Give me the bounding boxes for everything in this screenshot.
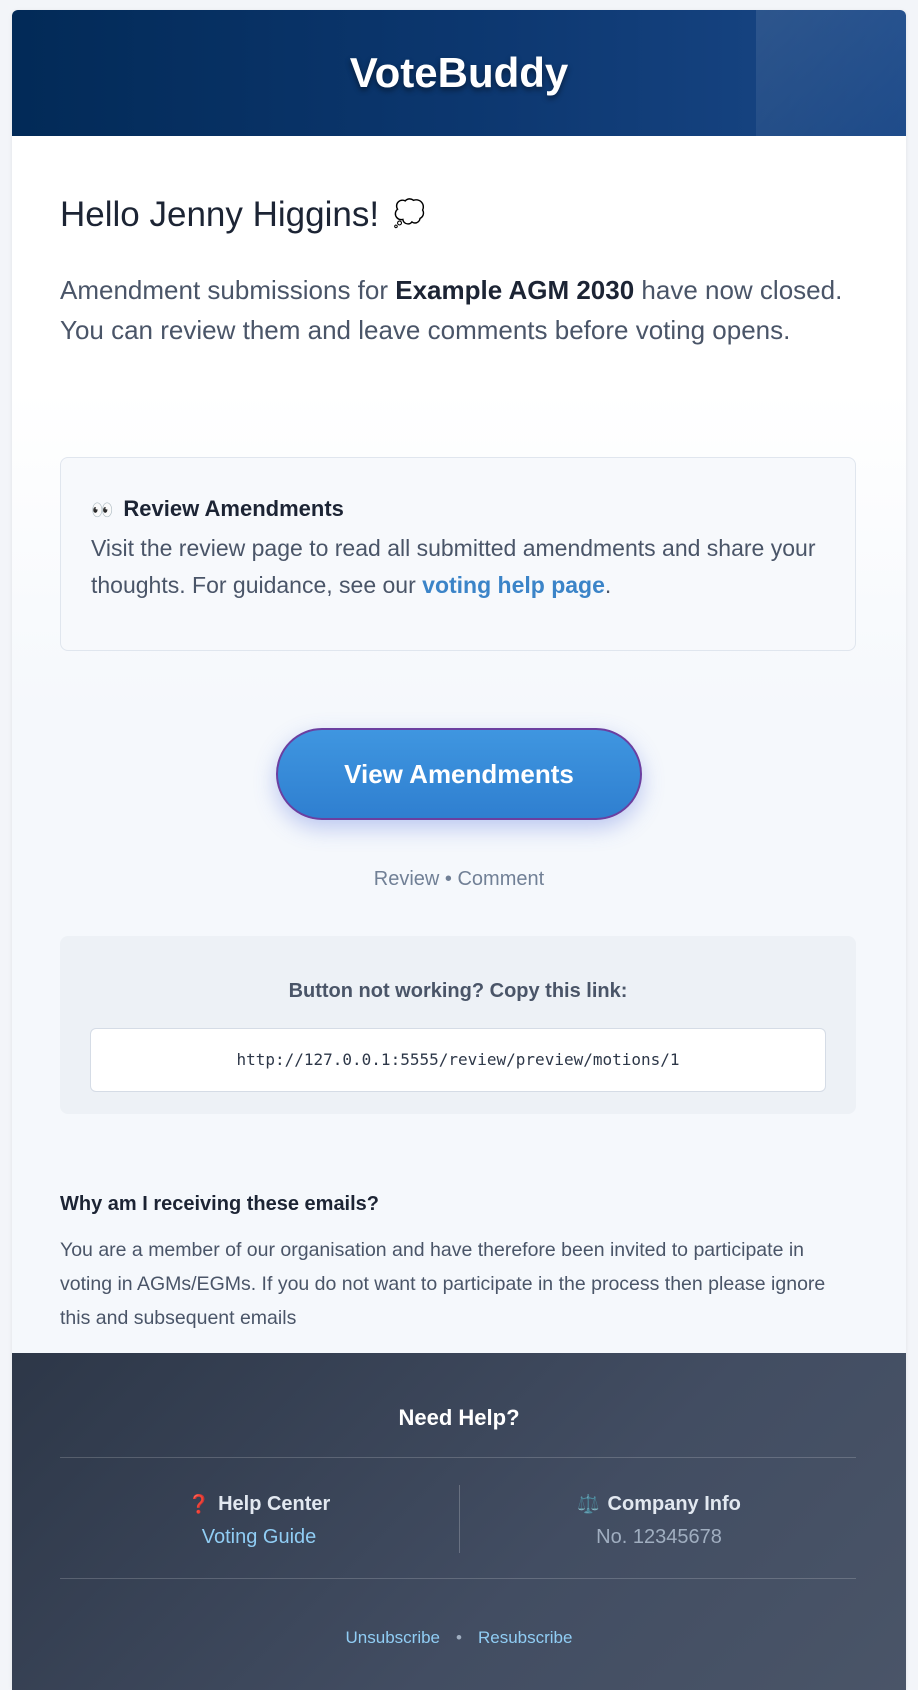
speech-bubble-icon: 💭 <box>393 198 426 228</box>
why-receiving-text: You are a member of our organisation and… <box>60 1239 826 1329</box>
review-box-text: Visit the review page to read all submit… <box>91 530 831 604</box>
unsubscribe-link[interactable]: Unsubscribe <box>346 1628 441 1647</box>
footer-divider-top <box>60 1457 856 1458</box>
email-footer: Need Help? ❓ Help Center Voting Guide ⚖️ C… <box>12 1353 906 1690</box>
event-name: Example AGM 2030 <box>395 275 635 305</box>
brand-title: VoteBuddy <box>349 49 569 96</box>
help-center-label: Help Center <box>218 1493 331 1515</box>
fallback-link-box: Button not working? Copy this link: http… <box>60 936 856 1114</box>
why-receiving-title: Why am I receiving these emails? <box>60 1193 380 1215</box>
voting-help-link[interactable]: voting help page <box>422 572 605 598</box>
greeting: Hello Jenny Higgins! 💭 <box>60 195 425 235</box>
greeting-text: Hello Jenny Higgins! <box>60 195 380 234</box>
email-header: VoteBuddy <box>12 10 906 136</box>
company-info-heading: ⚖️ Company Info <box>460 1493 858 1516</box>
review-box-title: 👀 Review Amendments <box>91 496 344 522</box>
fallback-url-field[interactable]: http://127.0.0.1:5555/review/preview/mot… <box>90 1028 826 1092</box>
help-center-column: ❓ Help Center Voting Guide <box>60 1493 458 1549</box>
cta-subtext: Review • Comment <box>373 868 545 890</box>
fallback-title: Button not working? Copy this link: <box>288 980 628 1002</box>
footer-divider-bottom <box>60 1578 856 1579</box>
eyes-icon: 👀 <box>91 500 114 520</box>
review-box-title-text: Review Amendments <box>123 496 344 521</box>
review-box-text-suffix: . <box>604 572 612 598</box>
voting-guide-link[interactable]: Voting Guide <box>202 1526 317 1548</box>
company-number: No. 12345678 <box>596 1526 722 1548</box>
intro-prefix: Amendment submissions for <box>60 275 396 305</box>
subscription-links: Unsubscribe • Resubscribe <box>12 1628 906 1648</box>
intro-paragraph: Amendment submissions for Example AGM 20… <box>60 270 860 350</box>
link-separator: • <box>456 1628 462 1647</box>
company-info-column: ⚖️ Company Info No. 12345678 <box>460 1493 858 1549</box>
scales-icon: ⚖️ <box>577 1494 600 1514</box>
view-amendments-button[interactable]: View Amendments <box>276 728 642 820</box>
email-card: VoteBuddy Hello Jenny Higgins! 💭 Amendmen… <box>12 10 906 1690</box>
need-help-title: Need Help? <box>398 1405 520 1430</box>
question-mark-icon: ❓ <box>187 1494 211 1514</box>
review-amendments-box: 👀 Review Amendments Visit the review page… <box>60 457 856 651</box>
help-center-heading: ❓ Help Center <box>60 1493 458 1516</box>
company-info-label: Company Info <box>607 1493 741 1515</box>
help-center-sub: Voting Guide <box>60 1526 458 1549</box>
resubscribe-link[interactable]: Resubscribe <box>478 1628 573 1647</box>
